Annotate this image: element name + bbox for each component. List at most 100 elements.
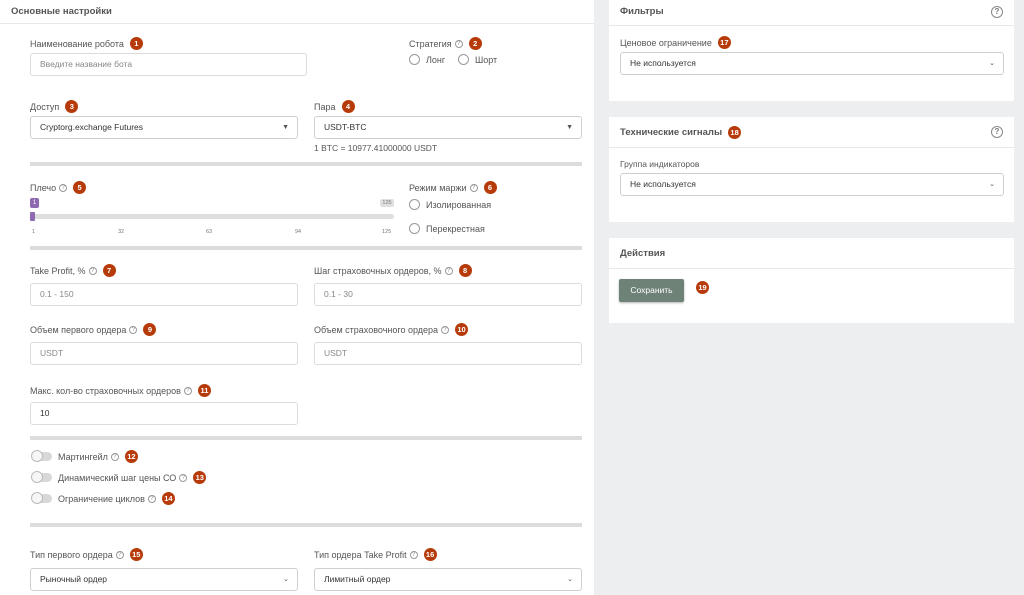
safety-order-volume-label-text: Объем страховочного ордера xyxy=(314,324,439,335)
dynamic-price-step-toggle[interactable]: Динамический шаг цены СО ? 13 xyxy=(31,471,207,484)
toggle-switch[interactable] xyxy=(31,471,52,483)
cycle-limit-toggle[interactable]: Ограничение циклов ? 14 xyxy=(31,492,175,505)
robot-name-input[interactable]: Введите название бота xyxy=(30,53,307,76)
safety-step-label-text: Шаг страховочных ордеров, % xyxy=(314,265,442,276)
question-circle-icon[interactable]: ? xyxy=(59,183,68,192)
strategy-short-label: Шорт xyxy=(475,54,498,65)
badge-13: 13 xyxy=(193,471,207,484)
take-profit-input[interactable]: 0.1 - 150 xyxy=(30,283,298,306)
robot-name-label-text: Наименование робота xyxy=(30,38,124,49)
toggle-switch[interactable] xyxy=(31,492,52,504)
actions-title: Действия xyxy=(609,238,1014,269)
chevron-down-icon: ⌄ xyxy=(989,181,995,188)
question-circle-icon[interactable]: ? xyxy=(88,266,97,275)
badge-3: 3 xyxy=(65,100,79,113)
take-profit-label-text: Take Profit, % xyxy=(30,265,86,276)
margin-mode-label: Режим маржи ? 6 xyxy=(409,181,497,194)
badge-16: 16 xyxy=(423,548,437,561)
caret-down-icon: ▼ xyxy=(566,124,573,131)
margin-isolated-label: Изолированная xyxy=(426,199,492,210)
badge-7: 7 xyxy=(102,264,116,277)
tp-order-type-select[interactable]: Лимитный ордер ⌄ xyxy=(314,568,582,591)
main-settings-title: Основные настройки xyxy=(0,0,594,24)
pair-rate-text: 1 BTC = 10977.41000000 USDT xyxy=(314,143,438,153)
first-order-volume-input[interactable]: USDT xyxy=(30,342,298,365)
leverage-slider[interactable]: 1 125 1 32 63 94 125 xyxy=(30,198,394,240)
slider-tick: 63 xyxy=(206,229,213,235)
badge-15: 15 xyxy=(129,548,143,561)
badge-12: 12 xyxy=(124,450,138,463)
badge-11: 11 xyxy=(197,384,211,397)
tp-order-type-value: Лимитный ордер xyxy=(324,574,391,584)
strategy-long-radio[interactable]: Лонг xyxy=(409,54,445,65)
strategy-short-radio[interactable]: Шорт xyxy=(458,54,497,65)
section-divider xyxy=(30,436,582,440)
indicator-group-select[interactable]: Не используется ⌄ xyxy=(620,173,1004,196)
question-circle-icon[interactable]: ? xyxy=(110,452,119,461)
badge-18: 18 xyxy=(728,125,742,139)
take-profit-label: Take Profit, % ? 7 xyxy=(30,264,116,277)
section-divider xyxy=(30,523,582,527)
margin-cross-label: Перекрестная xyxy=(426,223,485,234)
margin-cross-radio[interactable]: Перекрестная xyxy=(409,223,485,234)
badge-17: 17 xyxy=(717,36,731,49)
price-limit-label-text: Ценовое ограничение xyxy=(620,37,712,48)
tp-order-type-label-text: Тип ордера Take Profit xyxy=(314,549,407,560)
first-order-volume-label-text: Объем первого ордера xyxy=(30,324,127,335)
save-button[interactable]: Сохранить xyxy=(619,279,684,302)
badge-8: 8 xyxy=(458,264,472,277)
question-circle-icon[interactable]: ? xyxy=(991,6,1003,18)
badge-4: 4 xyxy=(341,100,355,113)
question-circle-icon[interactable]: ? xyxy=(409,550,418,559)
pair-label-text: Пара xyxy=(314,101,336,112)
question-circle-icon[interactable]: ? xyxy=(441,325,450,334)
section-divider xyxy=(30,162,582,166)
safety-order-volume-input[interactable]: USDT xyxy=(314,342,582,365)
margin-isolated-radio[interactable]: Изолированная xyxy=(409,199,491,210)
question-circle-icon[interactable]: ? xyxy=(444,266,453,275)
filters-card: Фильтры ? Ценовое ограничение 17 Не испо… xyxy=(609,0,1014,101)
question-circle-icon[interactable]: ? xyxy=(454,39,463,48)
question-circle-icon[interactable]: ? xyxy=(183,386,192,395)
radio-circle-icon xyxy=(458,54,469,65)
badge-19: 19 xyxy=(696,281,709,294)
caret-down-icon: ▼ xyxy=(282,124,289,131)
margin-mode-label-text: Режим маржи xyxy=(409,182,467,193)
access-select[interactable]: Cryptorg.exchange Futures ▼ xyxy=(30,116,298,139)
safety-step-input[interactable]: 0.1 - 30 xyxy=(314,283,582,306)
filters-title: Фильтры ? xyxy=(609,0,1014,26)
radio-circle-icon xyxy=(409,54,420,65)
slider-thumb[interactable] xyxy=(30,212,35,221)
martingale-toggle[interactable]: Мартингейл ? 12 xyxy=(31,450,138,463)
question-circle-icon[interactable]: ? xyxy=(147,494,156,503)
dynamic-price-step-label: Динамический шаг цены СО xyxy=(58,472,177,483)
badge-5: 5 xyxy=(73,181,87,194)
access-label: Доступ 3 xyxy=(30,100,79,113)
leverage-label: Плечо ? 5 xyxy=(30,181,87,194)
radio-circle-icon xyxy=(409,199,420,210)
question-circle-icon[interactable]: ? xyxy=(115,550,124,559)
price-limit-label: Ценовое ограничение 17 xyxy=(620,36,731,49)
safety-order-volume-label: Объем страховочного ордера ? 10 xyxy=(314,323,469,336)
question-circle-icon[interactable]: ? xyxy=(469,183,478,192)
access-select-value: Cryptorg.exchange Futures xyxy=(40,122,143,132)
price-limit-select[interactable]: Не используется ⌄ xyxy=(620,52,1004,75)
question-circle-icon[interactable]: ? xyxy=(129,325,138,334)
actions-card: Действия Сохранить 19 xyxy=(609,238,1014,323)
first-order-volume-label: Объем первого ордера ? 9 xyxy=(30,323,157,336)
strategy-label: Стратегия ? 2 xyxy=(409,37,482,50)
slider-track[interactable] xyxy=(30,214,394,219)
technical-signals-card: Технические сигналы 18 ? Группа индикато… xyxy=(609,117,1014,222)
access-label-text: Доступ xyxy=(30,101,60,112)
cycle-limit-label: Ограничение циклов xyxy=(58,493,145,504)
max-safety-orders-input[interactable]: 10 xyxy=(30,402,298,425)
indicator-group-label: Группа индикаторов xyxy=(620,159,700,169)
max-safety-orders-label-text: Макс. кол-во страховочных ордеров xyxy=(30,385,181,396)
toggle-switch[interactable] xyxy=(31,450,52,462)
question-circle-icon[interactable]: ? xyxy=(991,126,1003,138)
pair-select[interactable]: USDT-BTC ▼ xyxy=(314,116,582,139)
leverage-max-value: 125 xyxy=(380,199,394,207)
robot-name-label: Наименование робота 1 xyxy=(30,37,143,50)
question-circle-icon[interactable]: ? xyxy=(179,473,188,482)
first-order-type-select[interactable]: Рыночный ордер ⌄ xyxy=(30,568,298,591)
